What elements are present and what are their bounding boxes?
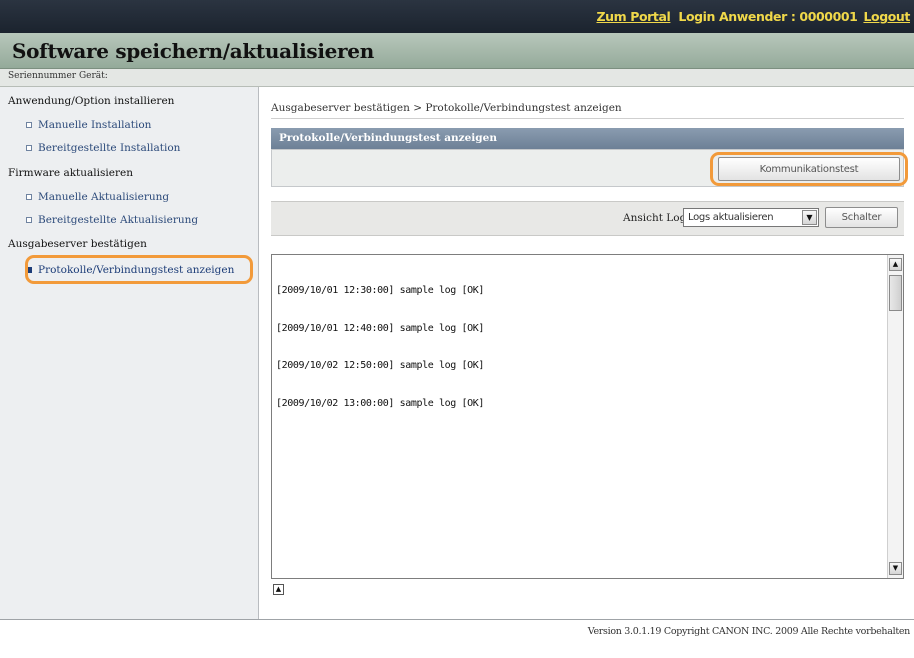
- sidebar-item-deployed-installation[interactable]: Bereitgestellte Installation: [26, 142, 181, 154]
- sidebar-item-label: Bereitgestellte Installation: [38, 142, 181, 154]
- switch-button[interactable]: Schalter: [825, 207, 898, 228]
- log-line: [2009/10/01 12:30:00] sample log [OK]: [276, 285, 484, 296]
- user-bar: Zum Portal Login Anwender : 0000001 Logo…: [592, 9, 910, 24]
- view-log-select[interactable]: Logs aktualisieren ▼: [683, 208, 819, 227]
- breadcrumb: Ausgabeserver bestätigen > Protokolle/Ve…: [271, 102, 622, 114]
- log-line: [2009/10/01 12:40:00] sample log [OK]: [276, 322, 484, 334]
- log-lines: [2009/10/01 12:30:00] sample log [OK] [2…: [276, 260, 484, 435]
- view-log-label: Ansicht Log:: [623, 212, 690, 224]
- log-line: [2009/10/02 13:00:00] sample log [OK]: [276, 397, 484, 409]
- sidebar-item-label: Bereitgestellte Aktualisierung: [38, 214, 199, 226]
- page-title: Software speichern/aktualisieren: [12, 39, 374, 63]
- login-info: Login Anwender : 0000001: [678, 9, 858, 24]
- sidebar-item-label: Manuelle Aktualisierung: [38, 191, 170, 203]
- arrow-up-icon[interactable]: ▲: [889, 258, 902, 271]
- chevron-down-icon: ▼: [802, 210, 817, 225]
- section-header: Protokolle/Verbindungstest anzeigen: [271, 128, 904, 149]
- sidebar: Anwendung/Option installieren Manuelle I…: [0, 87, 259, 619]
- title-bar: Software speichern/aktualisieren: [0, 33, 914, 69]
- device-serial-row: Seriennummer Gerät:: [0, 69, 914, 87]
- footer-divider: [0, 619, 914, 620]
- device-serial-label: Seriennummer Gerät:: [8, 71, 108, 81]
- breadcrumb-divider: [271, 118, 904, 119]
- bullet-icon: [26, 217, 32, 223]
- sidebar-item-manual-update[interactable]: Manuelle Aktualisierung: [26, 191, 170, 203]
- section-title: Protokolle/Verbindungstest anzeigen: [279, 132, 497, 144]
- log-line: [2009/10/02 12:50:00] sample log [OK]: [276, 360, 484, 371]
- top-bar: Zum Portal Login Anwender : 0000001 Logo…: [0, 0, 914, 33]
- sidebar-item-label: Manuelle Installation: [38, 119, 152, 131]
- sidebar-item-manual-installation[interactable]: Manuelle Installation: [26, 119, 152, 131]
- button-highlight-marker: [710, 152, 908, 186]
- arrow-down-icon[interactable]: ▼: [889, 562, 902, 575]
- logout-link[interactable]: Logout: [863, 9, 910, 24]
- sidebar-section-firmware: Firmware aktualisieren: [8, 167, 133, 179]
- log-scrollbar[interactable]: ▲ ▼: [887, 255, 903, 578]
- scrollbar-thumb[interactable]: [889, 275, 902, 311]
- bullet-icon: [26, 194, 32, 200]
- back-to-top-icon[interactable]: ▲: [273, 584, 284, 595]
- sidebar-item-deployed-update[interactable]: Bereitgestellte Aktualisierung: [26, 214, 199, 226]
- sidebar-highlight-marker: [25, 255, 253, 284]
- sidebar-section-output-server: Ausgabeserver bestätigen: [8, 238, 147, 250]
- bullet-icon: [26, 145, 32, 151]
- view-log-selected-value: Logs aktualisieren: [688, 212, 774, 223]
- portal-link[interactable]: Zum Portal: [596, 9, 670, 24]
- footer-copyright: Version 3.0.1.19 Copyright CANON INC. 20…: [587, 626, 911, 637]
- log-textarea[interactable]: [2009/10/01 12:30:00] sample log [OK] [2…: [271, 254, 904, 579]
- sidebar-section-application: Anwendung/Option installieren: [8, 95, 175, 107]
- bullet-icon: [26, 122, 32, 128]
